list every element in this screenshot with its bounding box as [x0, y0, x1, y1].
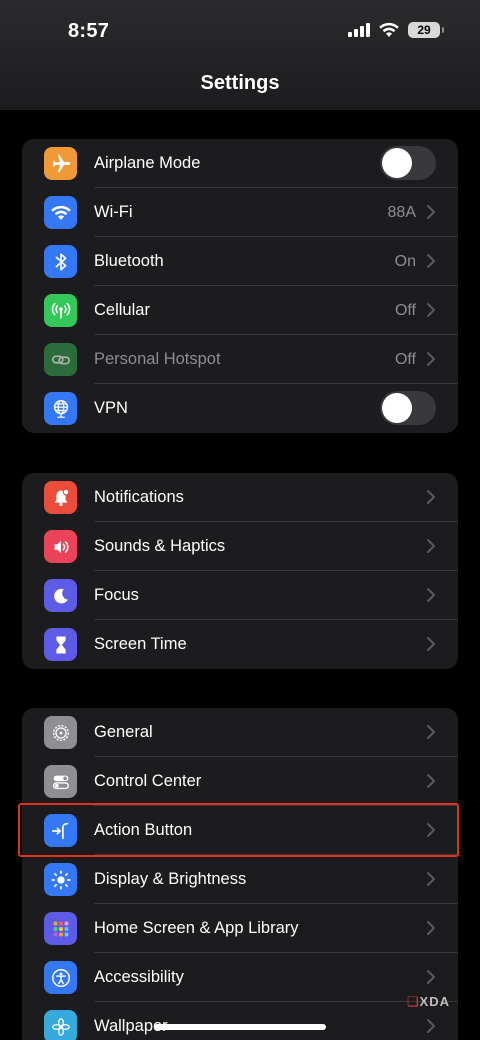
row-screen-time[interactable]: Screen Time [22, 620, 458, 669]
personal-hotspot-value: Off [394, 350, 416, 368]
xda-watermark-text: XDA [419, 994, 450, 1009]
row-wifi[interactable]: Wi-Fi 88A [22, 188, 458, 237]
chevron-right-icon [427, 823, 435, 837]
cellular-label: Cellular [94, 301, 150, 319]
hotspot-icon [44, 343, 77, 376]
toggle-knob [382, 148, 412, 178]
switches-icon [44, 765, 77, 798]
row-notifications[interactable]: Notifications [22, 473, 458, 522]
chevron-right-icon [427, 725, 435, 739]
hourglass-icon [44, 628, 77, 661]
row-display-brightness[interactable]: Display & Brightness [22, 855, 458, 904]
airplane-mode-toggle[interactable] [380, 146, 436, 180]
chevron-right-icon [427, 352, 435, 366]
chevron-right-icon [427, 637, 435, 651]
action-button-label: Action Button [94, 821, 193, 839]
chevron-right-icon [427, 588, 435, 602]
chevron-right-icon [427, 1019, 435, 1033]
display-brightness-label: Display & Brightness [94, 870, 247, 888]
bluetooth-icon [44, 245, 77, 278]
row-airplane-mode[interactable]: Airplane Mode [22, 139, 458, 188]
cellular-signal-icon [348, 23, 370, 37]
chevron-right-icon [427, 872, 435, 886]
app-grid-icon [44, 912, 77, 945]
row-sounds-haptics[interactable]: Sounds & Haptics [22, 522, 458, 571]
notifications-label: Notifications [94, 488, 184, 506]
chevron-right-icon [427, 970, 435, 984]
general-label: General [94, 723, 153, 741]
bluetooth-label: Bluetooth [94, 252, 164, 270]
row-control-center[interactable]: Control Center [22, 757, 458, 806]
airplane-icon [44, 147, 77, 180]
navigation-header: 8:57 29 Settings [0, 0, 480, 110]
row-bluetooth[interactable]: Bluetooth On [22, 237, 458, 286]
gear-icon [44, 716, 77, 749]
row-wallpaper[interactable]: Wallpaper [22, 1002, 458, 1040]
sounds-haptics-label: Sounds & Haptics [94, 537, 226, 555]
row-cellular[interactable]: Cellular Off [22, 286, 458, 335]
connectivity-group: Airplane Mode Wi-Fi 88A Bluetooth On Cel… [22, 139, 458, 433]
accessibility-icon [44, 961, 77, 994]
row-focus[interactable]: Focus [22, 571, 458, 620]
sun-icon [44, 863, 77, 896]
vpn-toggle[interactable] [380, 391, 436, 425]
chevron-right-icon [427, 490, 435, 504]
cellular-icon [44, 294, 77, 327]
status-icons: 29 [348, 22, 444, 38]
vpn-label: VPN [94, 399, 128, 417]
moon-icon [44, 579, 77, 612]
notifications-group: Notifications Sounds & Haptics Focus Scr… [22, 473, 458, 669]
action-button-icon [44, 814, 77, 847]
focus-label: Focus [94, 586, 139, 604]
bluetooth-value: On [394, 252, 416, 270]
chevron-right-icon [427, 254, 435, 268]
accessibility-label: Accessibility [94, 968, 184, 986]
chevron-right-icon [427, 921, 435, 935]
toggle-knob [382, 393, 412, 423]
home-indicator[interactable] [154, 1024, 326, 1030]
chevron-right-icon [427, 539, 435, 553]
xda-logo-icon: ❑ [406, 994, 420, 1009]
row-accessibility[interactable]: Accessibility [22, 953, 458, 1002]
vpn-globe-icon [44, 392, 77, 425]
wifi-icon [44, 196, 77, 229]
airplane-mode-label: Airplane Mode [94, 154, 201, 172]
speaker-icon [44, 530, 77, 563]
flower-icon [44, 1010, 77, 1040]
wifi-status-icon [379, 22, 399, 37]
personal-hotspot-label: Personal Hotspot [94, 350, 221, 368]
chevron-right-icon [427, 303, 435, 317]
wifi-label: Wi-Fi [94, 203, 133, 221]
status-time: 8:57 [68, 20, 110, 42]
wifi-value: 88A [387, 203, 416, 221]
battery-icon: 29 [408, 22, 444, 38]
chevron-right-icon [427, 205, 435, 219]
page-title: Settings [200, 72, 280, 94]
row-vpn[interactable]: VPN [22, 384, 458, 433]
bell-icon [44, 481, 77, 514]
cellular-value: Off [394, 301, 416, 319]
screen-time-label: Screen Time [94, 635, 187, 653]
row-general[interactable]: General [22, 708, 458, 757]
chevron-right-icon [427, 774, 435, 788]
general-group: General Control Center Action Button Dis… [22, 708, 458, 1040]
xda-watermark: ❑XDA [407, 994, 450, 1010]
row-personal-hotspot[interactable]: Personal Hotspot Off [22, 335, 458, 384]
row-home-screen[interactable]: Home Screen & App Library [22, 904, 458, 953]
home-screen-label: Home Screen & App Library [94, 919, 299, 937]
row-action-button[interactable]: Action Button [22, 806, 458, 855]
control-center-label: Control Center [94, 772, 202, 790]
